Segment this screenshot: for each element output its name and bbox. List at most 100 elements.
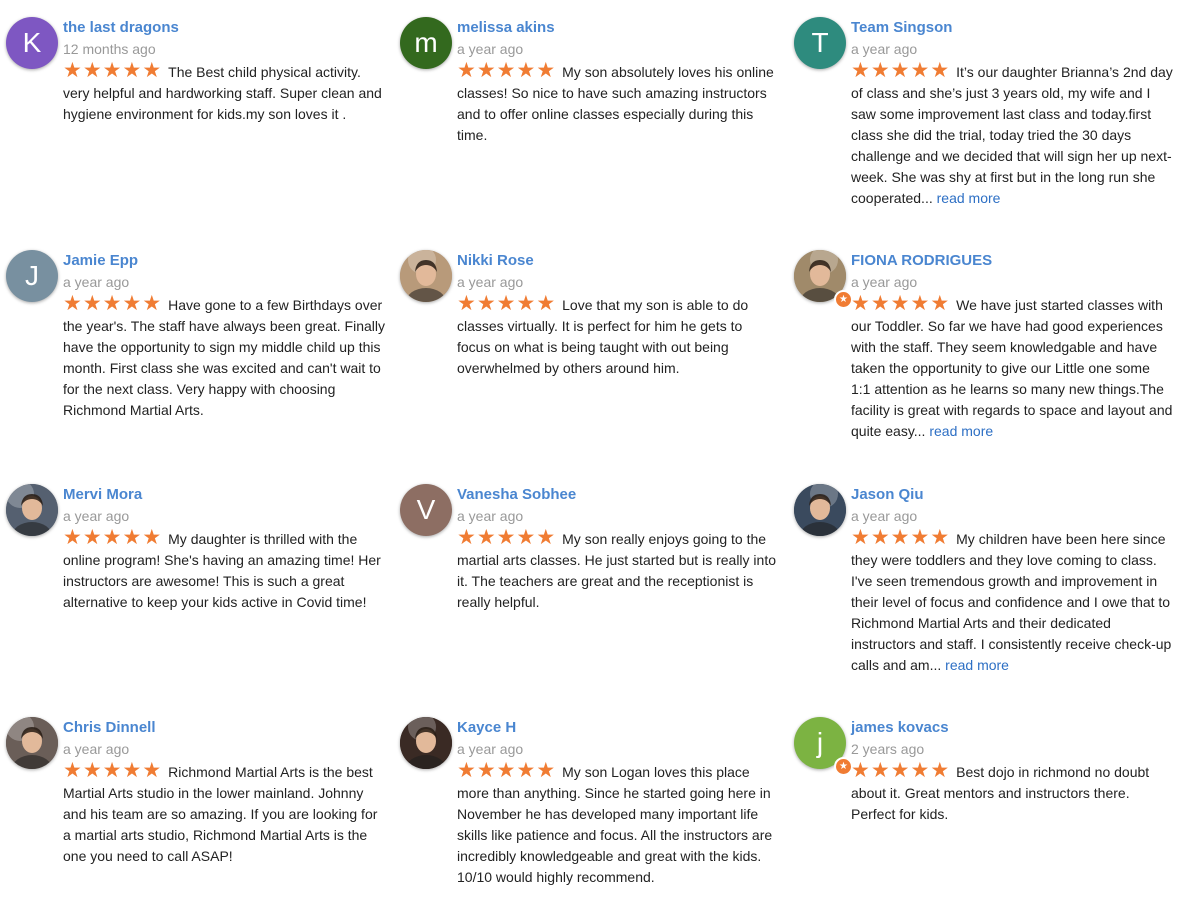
reviewer-name[interactable]: Kayce H [457, 718, 779, 738]
review-date: 12 months ago [63, 41, 156, 57]
star-icon: ★ [496, 525, 517, 549]
review-content: Mervi Mora a year ago ★★★★★ My daughter is … [63, 484, 385, 613]
avatar-letter: K [22, 27, 42, 58]
star-icon: ★ [476, 291, 497, 315]
reviews-grid: Kthe last dragons 12 months ago ★★★★★ The B… [0, 0, 1200, 921]
star-icon: ★ [142, 525, 163, 549]
reviewer-name[interactable]: Jamie Epp [63, 251, 385, 271]
star-rating: ★★★★★ [457, 527, 556, 550]
review-text: It’s our daughter Brianna’s 2nd day of c… [851, 64, 1173, 206]
star-icon: ★ [122, 291, 143, 315]
reviewer-avatar[interactable]: K [6, 17, 58, 69]
star-icon: ★ [496, 58, 517, 82]
read-more-link[interactable]: read more [945, 657, 1009, 673]
reviewer-name[interactable]: melissa akins [457, 18, 779, 38]
star-icon: ★ [476, 758, 497, 782]
star-icon: ★ [82, 525, 103, 549]
reviewer-name[interactable]: Jason Qiu [851, 485, 1173, 505]
star-rating: ★★★★★ [457, 760, 556, 783]
review-body: ★★★★★ We have just started classes with o… [851, 293, 1173, 442]
review-content: melissa akins a year ago ★★★★★ My son absol… [457, 17, 779, 146]
star-icon: ★ [122, 525, 143, 549]
reviewer-name[interactable]: Team Singson [851, 18, 1173, 38]
reviewer-name[interactable]: Vanesha Sobhee [457, 485, 779, 505]
star-icon: ★ [516, 758, 537, 782]
star-icon: ★ [910, 58, 931, 82]
star-rating: ★★★★★ [851, 293, 950, 316]
star-icon: ★ [536, 525, 557, 549]
reviewer-name[interactable]: the last dragons [63, 18, 385, 38]
read-more-link[interactable]: read more [929, 423, 993, 439]
review-content: Kayce H a year ago ★★★★★ My son Logan loves… [457, 717, 779, 888]
star-icon: ★ [122, 58, 143, 82]
star-rating: ★★★★★ [851, 760, 950, 783]
reviewer-name[interactable]: FIONA RODRIGUES [851, 251, 1173, 271]
star-rating: ★★★★★ [63, 293, 162, 316]
star-icon: ★ [910, 525, 931, 549]
star-icon: ★ [102, 525, 123, 549]
star-icon: ★ [457, 525, 477, 549]
review-text: Have gone to a few Birthdays over the ye… [63, 297, 385, 418]
star-icon: ★ [930, 58, 951, 82]
star-rating: ★★★★★ [851, 527, 950, 550]
reviewer-avatar[interactable]: m [400, 17, 452, 69]
star-icon: ★ [142, 58, 163, 82]
review-content: Jason Qiu a year ago ★★★★★ My children have… [851, 484, 1173, 676]
star-icon: ★ [102, 758, 123, 782]
star-icon: ★ [457, 291, 477, 315]
reviewer-avatar[interactable] [400, 250, 452, 302]
star-icon: ★ [870, 58, 891, 82]
review-body: ★★★★★ My son absolutely loves his online … [457, 60, 779, 146]
star-icon: ★ [63, 291, 83, 315]
reviewer-avatar[interactable] [400, 717, 452, 769]
reviewer-name[interactable]: Chris Dinnell [63, 718, 385, 738]
star-icon: ★ [496, 758, 517, 782]
star-icon: ★ [890, 58, 911, 82]
star-rating: ★★★★★ [851, 60, 950, 83]
review-content: Nikki Rose a year ago ★★★★★ Love that my so… [457, 250, 779, 379]
review-body: ★★★★★ It’s our daughter Brianna’s 2nd day… [851, 60, 1173, 209]
review-content: the last dragons 12 months ago ★★★★★ The Be… [63, 17, 385, 125]
star-icon: ★ [102, 291, 123, 315]
star-icon: ★ [930, 291, 951, 315]
reviewer-avatar[interactable] [6, 717, 58, 769]
review-content: Jamie Epp a year ago ★★★★★ Have gone to a f… [63, 250, 385, 421]
star-icon: ★ [870, 525, 891, 549]
star-icon: ★ [851, 525, 871, 549]
star-icon: ★ [63, 758, 83, 782]
star-icon: ★ [890, 525, 911, 549]
review-content: FIONA RODRIGUES a year ago ★★★★★ We have ju… [851, 250, 1173, 442]
reviewer-avatar[interactable]: J [6, 250, 58, 302]
reviewer-avatar[interactable]: V [400, 484, 452, 536]
avatar-letter: m [414, 27, 438, 58]
review-content: Chris Dinnell a year ago ★★★★★ Richmond Mar… [63, 717, 385, 867]
reviewer-name[interactable]: james kovacs [851, 718, 1173, 738]
reviewer-name[interactable]: Mervi Mora [63, 485, 385, 505]
star-icon: ★ [851, 758, 871, 782]
star-icon: ★ [890, 758, 911, 782]
star-icon: ★ [851, 58, 871, 82]
review-body: ★★★★★ My son Logan loves this place more … [457, 760, 779, 888]
review-body: ★★★★★ Best dojo in richmond no doubt abou… [851, 760, 1173, 825]
star-rating: ★★★★★ [63, 760, 162, 783]
review-date: a year ago [457, 41, 524, 57]
review-content: Team Singson a year ago ★★★★★ It’s our daug… [851, 17, 1173, 209]
star-icon: ★ [516, 58, 537, 82]
star-icon: ★ [536, 58, 557, 82]
review-body: ★★★★★ The Best child physical activity. v… [63, 60, 385, 125]
star-icon: ★ [890, 291, 911, 315]
star-icon: ★ [142, 291, 163, 315]
review-date: a year ago [457, 741, 524, 757]
avatar-letter: V [416, 494, 436, 525]
reviewer-avatar[interactable]: T [794, 17, 846, 69]
reviewer-name[interactable]: Nikki Rose [457, 251, 779, 271]
reviewer-avatar[interactable] [794, 484, 846, 536]
review-body: ★★★★★ Have gone to a few Birthdays over t… [63, 293, 385, 421]
star-rating: ★★★★★ [63, 60, 162, 83]
reviewer-avatar[interactable] [6, 484, 58, 536]
read-more-link[interactable]: read more [937, 190, 1001, 206]
review-content: james kovacs 2 years ago ★★★★★ Best dojo in… [851, 717, 1173, 825]
star-icon: ★ [930, 525, 951, 549]
review-date: a year ago [63, 274, 130, 290]
star-icon: ★ [851, 291, 871, 315]
